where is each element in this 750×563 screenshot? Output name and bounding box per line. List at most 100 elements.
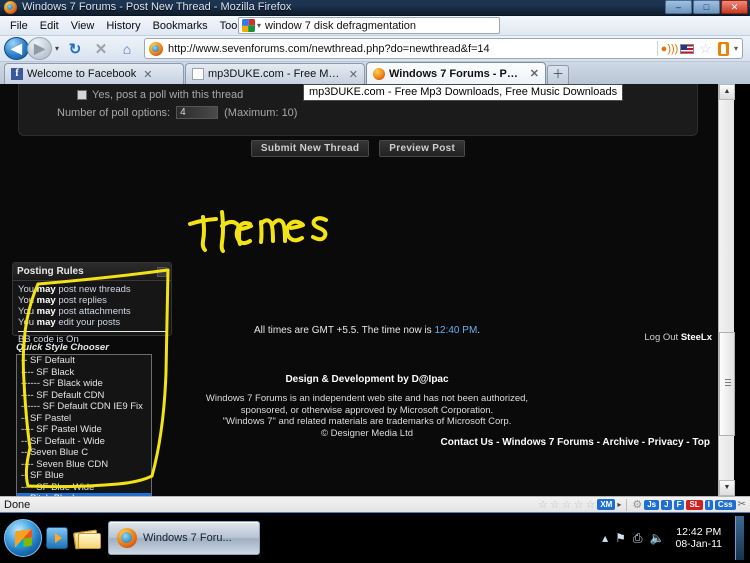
style-option[interactable]: ---- SF Blue Wide: [17, 482, 151, 494]
webdev-js-icon[interactable]: Js: [644, 499, 660, 510]
menu-history[interactable]: History: [100, 18, 146, 34]
menu-bar: File Edit View History Bookmarks Tools H…: [0, 16, 750, 36]
scrollbar-thumb[interactable]: [719, 332, 735, 436]
tab-windows7forums[interactable]: Windows 7 Forums - Post New Th... ✕: [366, 62, 546, 84]
style-option[interactable]: -- Seven Blue C: [17, 447, 151, 459]
tab-facebook[interactable]: f Welcome to Facebook ✕: [4, 63, 184, 84]
windows-taskbar: Windows 7 Foru... ▴ ⚑ ⎙ 🔈 12:42 PM 08-Ja…: [0, 512, 750, 563]
link-contact-us[interactable]: Contact Us: [441, 437, 494, 448]
rule-line: You may post attachments: [18, 306, 131, 317]
webdev-sl-icon[interactable]: SL: [686, 499, 703, 510]
scroll-down-button[interactable]: ▼: [719, 480, 735, 496]
maximize-button[interactable]: □: [693, 0, 720, 14]
quicklaunch-media-player[interactable]: [42, 521, 72, 555]
webdev-css-icon[interactable]: Css: [714, 499, 736, 510]
form-button-row: Submit New Thread Preview Post: [18, 140, 698, 157]
search-engine-chevron-icon[interactable]: ▾: [257, 21, 261, 30]
url-input[interactable]: http://www.sevenforums.com/newthread.php…: [168, 43, 490, 55]
close-button[interactable]: ✕: [721, 0, 748, 14]
link-top[interactable]: Top: [692, 437, 710, 448]
poll-max-note: (Maximum: 10): [224, 106, 298, 119]
back-button[interactable]: ◀: [4, 37, 29, 60]
link-archive[interactable]: Archive: [602, 437, 639, 448]
new-tab-button[interactable]: ＋: [547, 65, 569, 84]
action-center-flag-icon[interactable]: ⚑: [615, 531, 626, 545]
menu-edit[interactable]: Edit: [34, 18, 65, 34]
menu-view[interactable]: View: [65, 18, 101, 34]
username: SteeLx: [680, 332, 712, 343]
rating-star-icon[interactable]: ☆: [574, 498, 584, 511]
flag-icon[interactable]: [680, 43, 695, 54]
collapse-icon[interactable]: ×: [157, 266, 167, 277]
tab-label: mp3DUKE.com - Free Mp3 Downlo...: [208, 68, 342, 80]
style-option[interactable]: -- SF Default: [17, 355, 151, 367]
tab-close-icon[interactable]: ✕: [349, 68, 358, 81]
taskbar-button-firefox[interactable]: Windows 7 Foru...: [108, 521, 260, 555]
logout-label[interactable]: Log Out: [644, 332, 678, 343]
start-button[interactable]: [4, 519, 42, 557]
webdev-j-icon[interactable]: J: [661, 499, 672, 510]
scroll-up-button[interactable]: ▲: [719, 84, 735, 100]
tab-close-icon[interactable]: ✕: [143, 68, 152, 81]
status-icon-group: ☆ ☆ ☆ ☆ ☆ XM ▸ ⚙ Js J F SL I Css ✂: [538, 498, 746, 511]
rating-star-icon[interactable]: ☆: [538, 498, 548, 511]
window-title: Windows 7 Forums - Post New Thread - Moz…: [22, 1, 292, 13]
poll-checkbox-row[interactable]: Yes, post a poll with this thread: [77, 89, 243, 101]
webdev-f-icon[interactable]: F: [673, 499, 685, 510]
rating-star-icon[interactable]: ☆: [585, 498, 595, 511]
plugin-icon[interactable]: ✂: [738, 499, 746, 510]
link-windows-7-forums[interactable]: Windows 7 Forums: [502, 437, 594, 448]
preview-post-button[interactable]: Preview Post: [379, 140, 466, 157]
link-privacy[interactable]: Privacy: [648, 437, 684, 448]
show-hidden-icons-button[interactable]: ▴: [602, 531, 608, 545]
page-favicon-icon: [149, 41, 164, 56]
page-scrollbar[interactable]: ▲ ▼: [718, 84, 735, 496]
clock-date: 08-Jan-11: [675, 538, 722, 550]
firefox-icon: [373, 67, 385, 80]
style-option[interactable]: ---- Seven Blue CDN: [17, 459, 151, 471]
document-icon: [192, 68, 204, 80]
rating-star-icon[interactable]: ☆: [562, 498, 572, 511]
webdev-i-icon[interactable]: I: [704, 499, 713, 510]
windows-media-player-icon: [46, 527, 68, 549]
logout-line[interactable]: Log Out SteeLx: [644, 332, 712, 343]
poll-options-input[interactable]: 4: [176, 106, 219, 119]
home-button[interactable]: ⌂: [115, 38, 139, 60]
minimize-button[interactable]: –: [665, 0, 692, 14]
urlbar-chevron-down-icon[interactable]: ▾: [734, 44, 738, 53]
identity-icon[interactable]: [717, 41, 729, 56]
footer-links[interactable]: Contact Us - Windows 7 Forums - Archive …: [0, 437, 710, 448]
tab-mp3duke[interactable]: mp3DUKE.com - Free Mp3 Downlo... ✕: [185, 63, 365, 84]
search-input[interactable]: window 7 disk defragmentation: [265, 20, 416, 32]
design-credit: Design & Development by D@Ipac: [285, 374, 449, 385]
stop-button[interactable]: ✕: [89, 38, 113, 60]
menu-bookmarks[interactable]: Bookmarks: [147, 18, 214, 34]
reload-button[interactable]: ↻: [63, 38, 87, 60]
url-bar[interactable]: http://www.sevenforums.com/newthread.php…: [144, 38, 743, 59]
tab-close-icon[interactable]: ✕: [530, 67, 539, 80]
gear-icon[interactable]: ⚙: [632, 498, 642, 511]
posting-rules-title: Posting Rules: [17, 266, 84, 277]
style-option[interactable]: -- SF Blue: [17, 470, 151, 482]
xmarks-caret-icon[interactable]: ▸: [617, 500, 621, 509]
forward-button[interactable]: ▶: [27, 37, 52, 60]
rule-line: You may post replies: [18, 295, 107, 306]
rating-star-icon[interactable]: ☆: [550, 498, 560, 511]
rss-icon[interactable]: ●))): [661, 41, 679, 56]
search-box[interactable]: ▾ window 7 disk defragmentation: [238, 17, 500, 34]
bookmark-star-icon[interactable]: ☆: [698, 41, 713, 56]
poll-checkbox[interactable]: [77, 90, 87, 100]
quicklaunch-explorer[interactable]: [72, 521, 102, 555]
clock[interactable]: 12:42 PM 08-Jan-11: [671, 526, 722, 550]
posting-rules-header: Posting Rules ×: [13, 263, 171, 281]
volume-icon[interactable]: 🔈: [650, 531, 665, 545]
tab-bar: f Welcome to Facebook ✕ mp3DUKE.com - Fr…: [0, 62, 750, 84]
menu-file[interactable]: File: [4, 18, 34, 34]
network-icon[interactable]: ⎙: [633, 531, 643, 546]
show-desktop-button[interactable]: [735, 516, 744, 560]
submit-new-thread-button[interactable]: Submit New Thread: [250, 140, 370, 157]
xmarks-icon[interactable]: XM: [597, 499, 616, 510]
tab-tooltip: mp3DUKE.com - Free Mp3 Downloads, Free M…: [303, 84, 624, 101]
poll-options-label: Number of poll options:: [57, 106, 171, 119]
history-chevron-down-icon[interactable]: ▾: [55, 44, 59, 53]
